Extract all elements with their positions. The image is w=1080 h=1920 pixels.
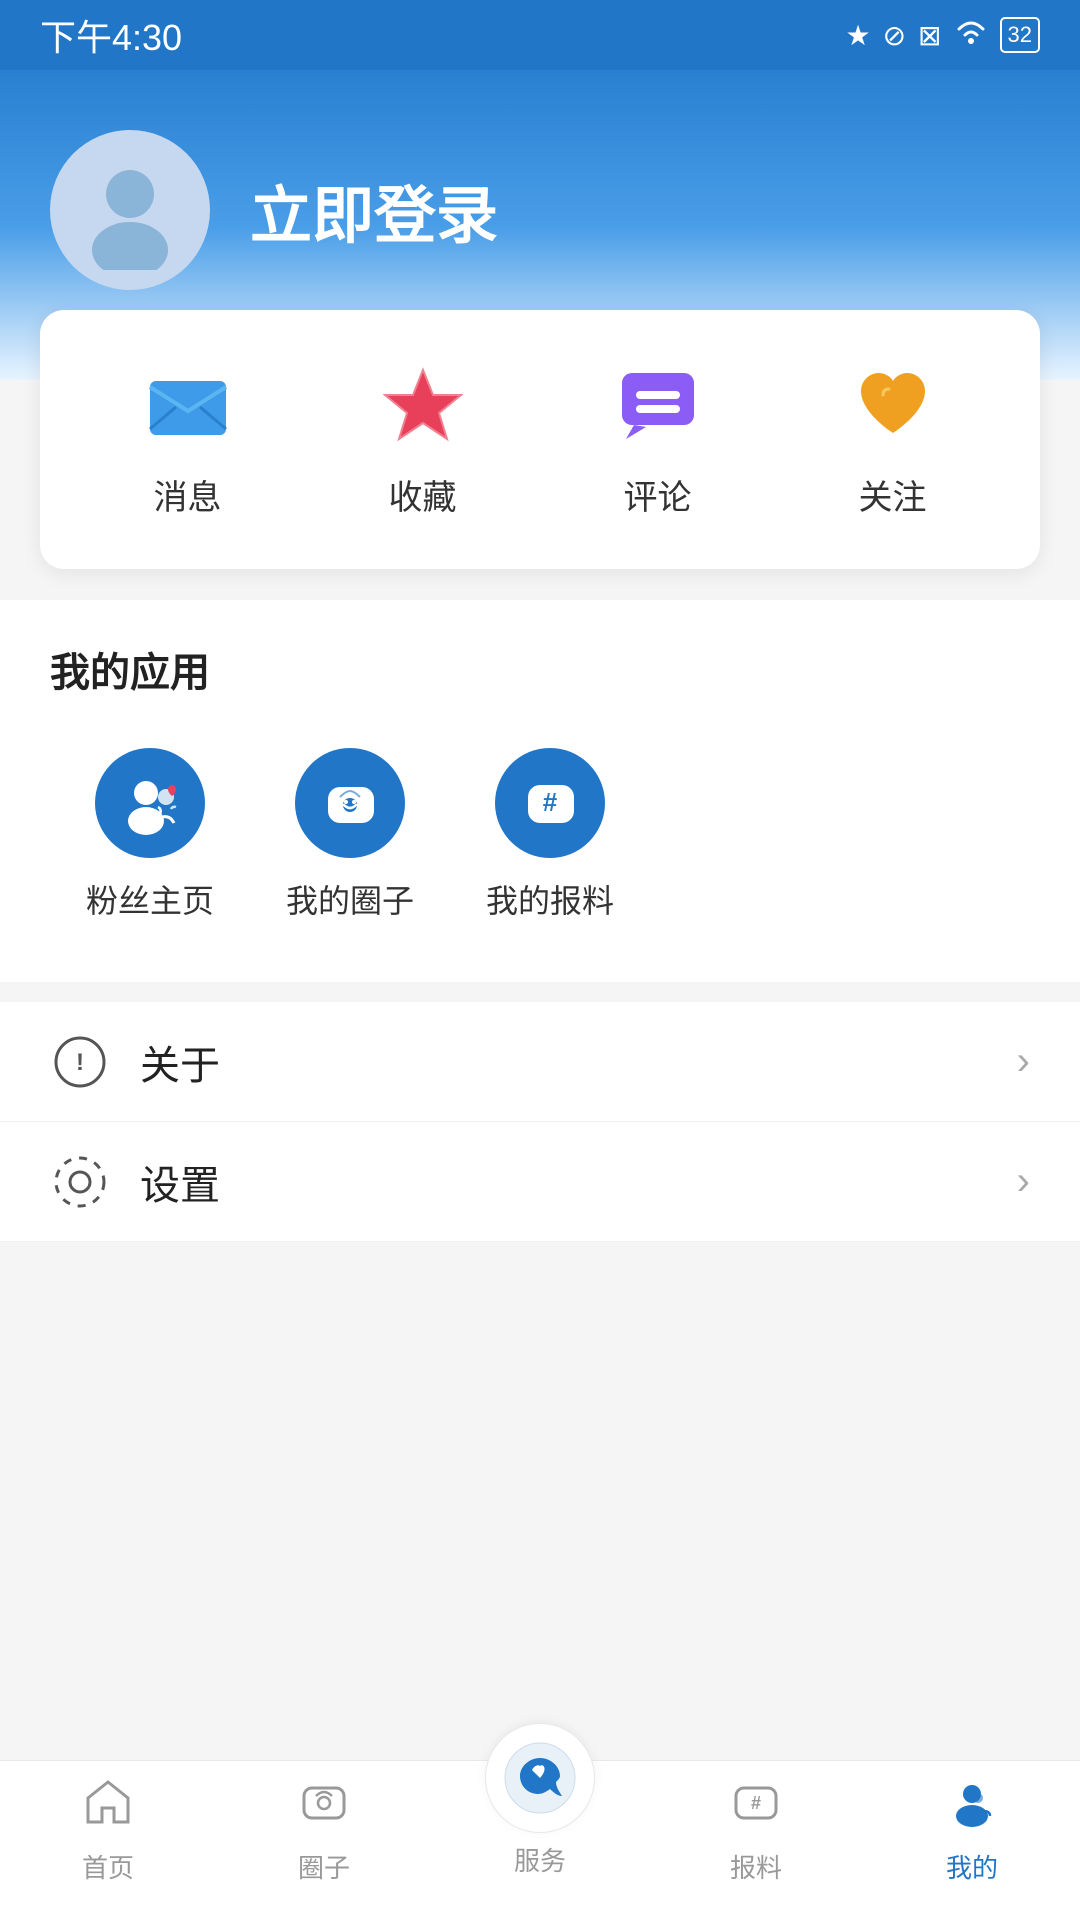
- menu-section: ! 关于 › 设置 ›: [0, 1002, 1080, 1242]
- action-messages[interactable]: 消息: [143, 360, 233, 519]
- mine-icon: [946, 1776, 998, 1840]
- service-center-button[interactable]: [485, 1723, 595, 1833]
- apps-grid: 粉丝主页 我的圈子 #: [50, 748, 1030, 942]
- wifi-icon: [954, 18, 988, 53]
- circle-label: 我的圈子: [286, 876, 414, 922]
- home-icon: [82, 1776, 134, 1840]
- app-circle[interactable]: 我的圈子: [250, 748, 450, 922]
- my-apps-section: 我的应用 粉丝主页: [0, 600, 1080, 982]
- bluetooth-icon: ★: [845, 19, 870, 52]
- comment-icon: [613, 360, 703, 450]
- heart-icon: [848, 360, 938, 450]
- nav-mine-label: 我的: [946, 1848, 998, 1885]
- action-comments[interactable]: 评论: [613, 360, 703, 519]
- nav-service-label: 服务: [514, 1841, 566, 1878]
- settings-label: 设置: [140, 1153, 1017, 1211]
- nav-home-label: 首页: [82, 1848, 134, 1885]
- status-bar: 下午4:30 ★ ⊘ ⊠ 32: [0, 0, 1080, 70]
- login-button[interactable]: 立即登录: [250, 165, 498, 255]
- mute-icon: ⊘: [883, 19, 906, 52]
- settings-icon: [50, 1152, 110, 1212]
- about-label: 关于: [140, 1033, 1017, 1091]
- star-icon: [378, 360, 468, 450]
- bottom-nav: 首页 圈子 服务 #: [0, 1760, 1080, 1920]
- close-icon: ⊠: [918, 19, 941, 52]
- comments-label: 评论: [624, 470, 692, 519]
- fans-icon: [95, 748, 205, 858]
- report-icon: #: [495, 748, 605, 858]
- about-arrow: ›: [1017, 1039, 1030, 1084]
- baoliao-icon: #: [730, 1776, 782, 1840]
- status-time: 下午4:30: [40, 9, 182, 61]
- nav-quanzi[interactable]: 圈子: [216, 1776, 432, 1885]
- circle-icon: [295, 748, 405, 858]
- my-apps-title: 我的应用: [50, 640, 1030, 698]
- favorites-label: 收藏: [389, 470, 457, 519]
- quanzi-icon: [298, 1776, 350, 1840]
- nav-quanzi-label: 圈子: [298, 1848, 350, 1885]
- nav-mine[interactable]: 我的: [864, 1776, 1080, 1885]
- app-fans[interactable]: 粉丝主页: [50, 748, 250, 922]
- report-label: 我的报料: [486, 876, 614, 922]
- action-favorites[interactable]: 收藏: [378, 360, 468, 519]
- settings-arrow: ›: [1017, 1159, 1030, 1204]
- svg-text:!: !: [76, 1049, 84, 1076]
- status-icons: ★ ⊘ ⊠ 32: [845, 17, 1040, 53]
- svg-text:#: #: [751, 1793, 761, 1813]
- messages-label: 消息: [154, 470, 222, 519]
- nav-service[interactable]: 服务: [432, 1723, 648, 1878]
- svg-text:#: #: [542, 787, 557, 817]
- quick-actions-card: 消息 收藏 评论 关注: [40, 310, 1040, 569]
- nav-baoliao[interactable]: # 报料: [648, 1776, 864, 1885]
- menu-settings[interactable]: 设置 ›: [0, 1122, 1080, 1242]
- about-icon: !: [50, 1032, 110, 1092]
- nav-home[interactable]: 首页: [0, 1776, 216, 1885]
- follow-label: 关注: [859, 470, 927, 519]
- menu-about[interactable]: ! 关于 ›: [0, 1002, 1080, 1122]
- nav-baoliao-label: 报料: [730, 1848, 782, 1885]
- action-follow[interactable]: 关注: [848, 360, 938, 519]
- message-icon: [143, 360, 233, 450]
- battery-icon: 32: [1000, 17, 1040, 53]
- app-report[interactable]: # 我的报料: [450, 748, 650, 922]
- fans-label: 粉丝主页: [86, 876, 214, 922]
- avatar[interactable]: [50, 130, 210, 290]
- profile-section[interactable]: 立即登录: [0, 70, 1080, 320]
